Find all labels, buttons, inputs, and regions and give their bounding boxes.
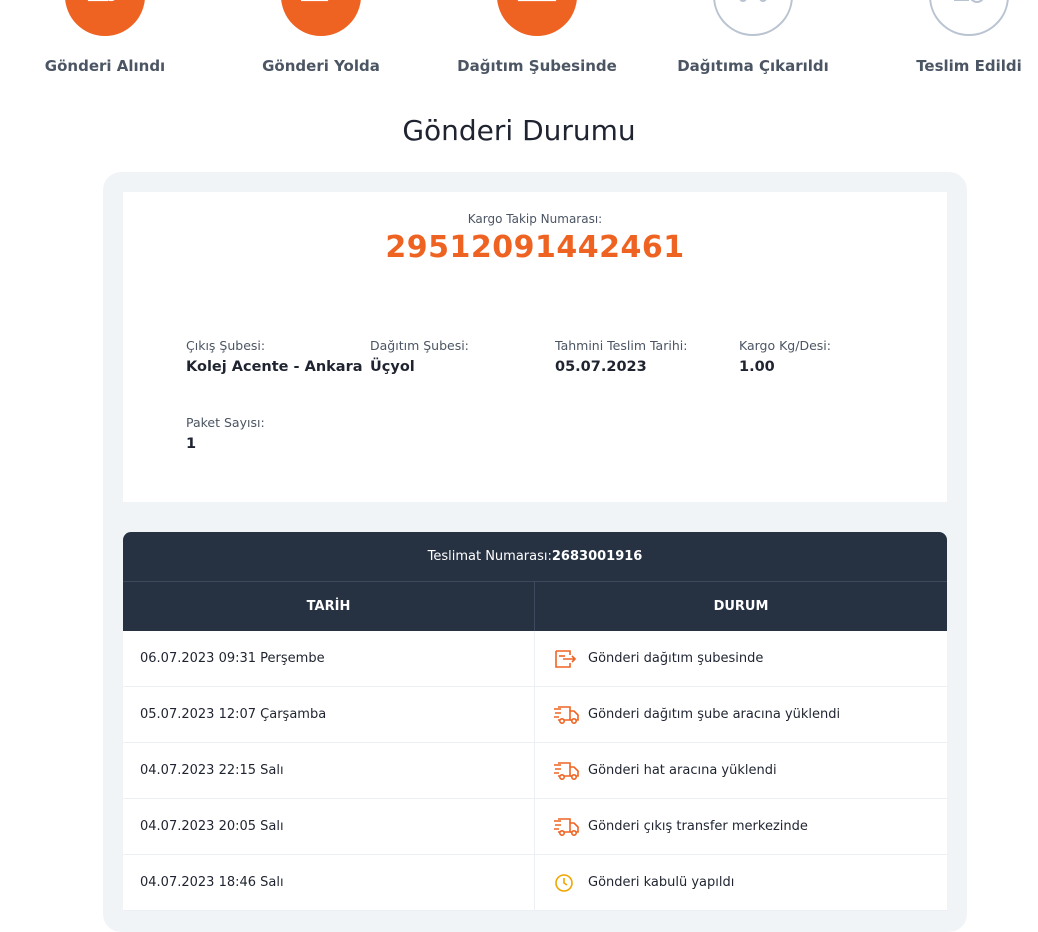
truck-icon — [553, 816, 579, 838]
step-label: Gönderi Yolda — [262, 57, 380, 75]
row-status: Gönderi hat aracına yüklendi — [535, 743, 947, 798]
step-label: Dağıtım Şubesinde — [457, 57, 617, 75]
row-date: 04.07.2023 18:46 Salı — [123, 855, 535, 910]
row-date: 06.07.2023 09:31 Perşembe — [123, 631, 535, 686]
row-status-text: Gönderi dağıtım şubesinde — [588, 651, 764, 666]
weight-field: Kargo Kg/Desi: 1.00 — [739, 338, 919, 375]
row-status-text: Gönderi dağıtım şube aracına yüklendi — [588, 707, 841, 722]
step-label: Teslim Edildi — [916, 57, 1022, 75]
estimated-delivery-field: Tahmini Teslim Tarihi: 05.07.2023 — [555, 338, 735, 375]
row-status-text: Gönderi kabulü yapıldı — [588, 875, 735, 890]
tracking-number-label: Kargo Takip Numarası: — [467, 212, 603, 226]
delivery-number-header: Teslimat Numarası:2683001916 — [123, 532, 947, 582]
progress-steps: Gönderi Alındı Gönderi Yolda Dağıtım Şub… — [0, 0, 1038, 90]
field-label: Dağıtım Şubesi: — [370, 338, 469, 353]
delivered-check-icon — [929, 0, 1009, 36]
row-status: Gönderi kabulü yapıldı — [535, 855, 947, 910]
table-header: TARİH DURUM — [123, 582, 947, 631]
row-status: Gönderi dağıtım şubesinde — [535, 631, 947, 686]
transfer-arrow-icon — [281, 0, 361, 36]
clock-icon — [553, 872, 579, 894]
row-date: 04.07.2023 20:05 Salı — [123, 799, 535, 854]
row-status: Gönderi çıkış transfer merkezinde — [535, 799, 947, 854]
row-date: 05.07.2023 12:07 Çarşamba — [123, 687, 535, 742]
field-value: Üçyol — [370, 359, 415, 375]
truck-icon — [553, 704, 579, 726]
column-header-date: TARİH — [123, 582, 535, 631]
row-date: 04.07.2023 22:15 Salı — [123, 743, 535, 798]
row-status: Gönderi dağıtım şube aracına yüklendi — [535, 687, 947, 742]
step-label: Gönderi Alındı — [44, 57, 166, 75]
field-value: 05.07.2023 — [555, 359, 647, 375]
warehouse-icon — [497, 0, 577, 36]
field-label: Kargo Kg/Desi: — [739, 338, 831, 353]
field-value: 1 — [186, 436, 197, 452]
tracking-number: 29512091442461 — [385, 230, 685, 265]
delivery-number-label: Teslimat Numarası: — [427, 549, 552, 564]
field-value: Kolej Acente - Ankara — [186, 359, 363, 375]
history-table: Teslimat Numarası:2683001916 TARİH DURUM… — [123, 532, 947, 911]
field-label: Çıkış Şubesi: — [186, 338, 266, 353]
column-header-status: DURUM — [713, 599, 769, 614]
branch-box-icon — [553, 648, 579, 670]
row-status-text: Gönderi hat aracına yüklendi — [588, 763, 777, 778]
shipment-info-card: Kargo Takip Numarası: 29512091442461 Çık… — [123, 192, 947, 502]
delivery-truck-icon — [713, 0, 793, 36]
table-row: 05.07.2023 12:07 Çarşamba Gönderi dağıtı… — [123, 687, 947, 743]
step-label: Dağıtıma Çıkarıldı — [677, 57, 829, 75]
table-row: 04.07.2023 18:46 Salı Gönderi kabulü yap… — [123, 855, 947, 911]
package-count-field: Paket Sayısı: 1 — [186, 415, 366, 452]
page-title: Gönderi Durumu — [402, 114, 636, 147]
field-label: Tahmini Teslim Tarihi: — [555, 338, 688, 353]
delivery-number: 2683001916 — [551, 549, 643, 564]
field-label: Paket Sayısı: — [186, 415, 265, 430]
table-row: 06.07.2023 09:31 Perşembe Gönderi dağıtı… — [123, 631, 947, 687]
row-status-text: Gönderi çıkış transfer merkezinde — [588, 819, 808, 834]
exit-branch-field: Çıkış Şubesi: Kolej Acente - Ankara — [186, 338, 366, 375]
table-row: 04.07.2023 20:05 Salı Gönderi çıkış tran… — [123, 799, 947, 855]
field-value: 1.00 — [739, 359, 775, 375]
table-row: 04.07.2023 22:15 Salı Gönderi hat aracın… — [123, 743, 947, 799]
receipt-clock-icon — [65, 0, 145, 36]
truck-icon — [553, 760, 579, 782]
delivery-branch-field: Dağıtım Şubesi: Üçyol — [370, 338, 550, 375]
